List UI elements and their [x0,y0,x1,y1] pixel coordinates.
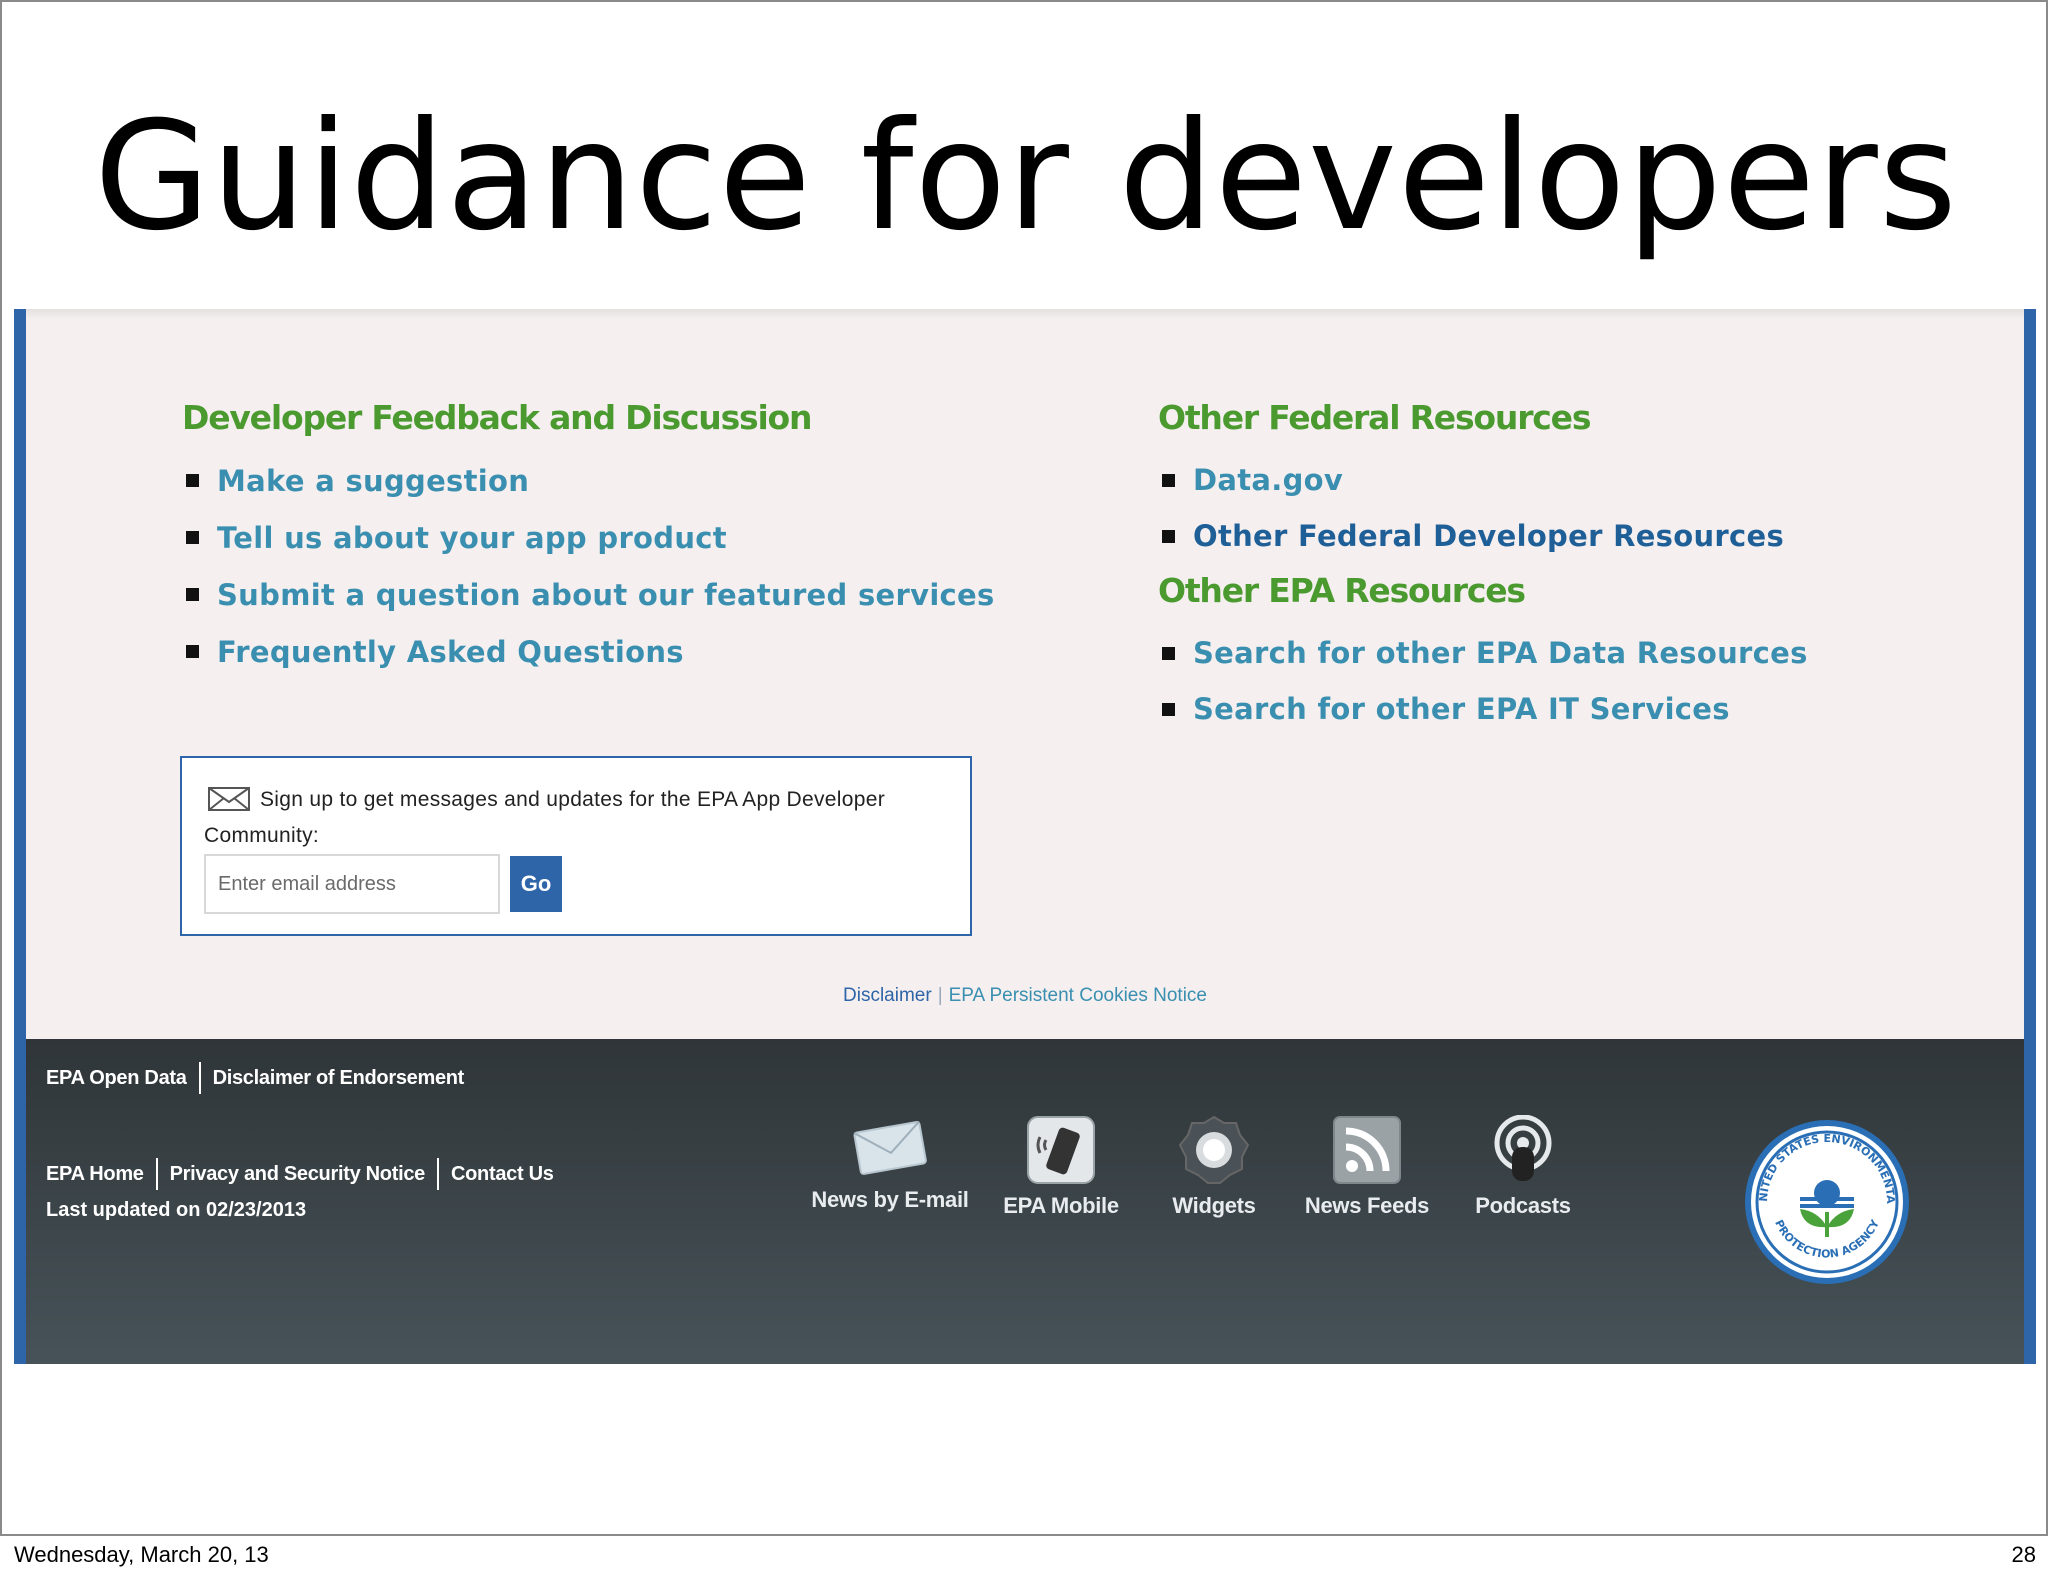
federal-link-list: Data.gov Other Federal Developer Resourc… [1158,452,1808,564]
icon-label: Widgets [1172,1193,1256,1218]
tell-us-app-link[interactable]: Tell us about your app product [217,521,727,555]
widgets-button[interactable]: Widgets [1154,1115,1274,1219]
bullet-icon [186,645,199,658]
slide-date: Wednesday, March 20, 13 [14,1542,269,1567]
bullet-icon [1162,646,1175,660]
footer-row-1: EPA Open Data Disclaimer of Endorsement [46,1061,476,1095]
faq-link[interactable]: Frequently Asked Questions [217,635,684,669]
news-feeds-button[interactable]: News Feeds [1294,1115,1440,1219]
contact-us-link[interactable]: Contact Us [439,1163,566,1186]
epa-mobile-button[interactable]: EPA Mobile [988,1115,1134,1219]
bullet-icon [186,531,199,544]
cookies-notice-link[interactable]: EPA Persistent Cookies Notice [949,985,1207,1006]
icon-label: News by E-mail [811,1187,969,1212]
data-gov-link[interactable]: Data.gov [1193,463,1343,497]
developer-feedback-section: Developer Feedback and Discussion Make a… [182,401,995,680]
rss-icon [1333,1116,1401,1184]
list-item: Other Federal Developer Resources [1158,508,1808,564]
podcasts-button[interactable]: Podcasts [1460,1115,1586,1219]
bullet-icon [186,474,199,487]
legal-links: Disclaimer | EPA Persistent Cookies Notice [26,985,2024,1007]
icon-label: News Feeds [1304,1193,1430,1218]
epa-data-resources-link[interactable]: Search for other EPA Data Resources [1193,636,1808,670]
list-item: Submit a question about our featured ser… [182,566,995,623]
epa-home-link[interactable]: EPA Home [46,1163,156,1186]
icon-label: Podcasts [1475,1193,1571,1218]
last-updated: Last updated on 02/23/2013 [46,1199,307,1221]
list-item: Tell us about your app product [182,509,995,566]
mobile-phone-icon [1027,1116,1095,1184]
epa-seal-logo: UNITED STATES ENVIRONMENTAL PROTECTION A… [1742,1117,1909,1284]
podcast-icon [1494,1115,1552,1181]
signup-text: Sign up to get messages and updates for … [204,788,885,847]
epa-link-list: Search for other EPA Data Resources Sear… [1158,625,1808,737]
slide-title: Guidance for developers [94,90,1958,264]
bullet-icon [1162,529,1175,543]
bullet-icon [186,588,199,601]
list-item: Frequently Asked Questions [182,623,995,680]
footer-row-2: EPA Home Privacy and Security Notice Con… [46,1157,566,1191]
bullet-icon [1162,702,1175,716]
list-item: Make a suggestion [182,452,995,509]
list-item: Data.gov [1158,452,1808,508]
submit-question-link[interactable]: Submit a question about our featured ser… [217,578,995,612]
slide: Guidance for developers Developer Feedba… [0,0,2048,1536]
disclaimer-link[interactable]: Disclaimer [843,985,932,1006]
envelope-icon [208,787,250,811]
email-input[interactable] [204,854,500,914]
list-item: Search for other EPA IT Services [1158,681,1808,737]
section-heading-developer-feedback: Developer Feedback and Discussion [182,398,813,437]
icon-label: EPA Mobile [1003,1193,1119,1218]
news-by-email-button[interactable]: News by E-mail [802,1115,978,1213]
bullet-icon [1162,473,1175,487]
signup-description: Sign up to get messages and updates for … [204,782,904,854]
section-heading-epa-resources: Other EPA Resources [1158,571,1526,610]
go-button[interactable]: Go [510,856,562,912]
widget-gear-icon [1178,1115,1250,1184]
top-shade [26,309,2024,319]
envelope-icon [853,1120,927,1175]
make-suggestion-link[interactable]: Make a suggestion [217,464,529,498]
slide-page-number: 28 [2011,1542,2036,1567]
disclaimer-endorsement-link[interactable]: Disclaimer of Endorsement [201,1067,476,1090]
epa-open-data-link[interactable]: EPA Open Data [46,1067,199,1090]
list-item: Search for other EPA Data Resources [1158,625,1808,681]
other-resources-section: Other Federal Resources Data.gov Other F… [1158,401,1808,737]
section-heading-federal-resources: Other Federal Resources [1158,398,1591,437]
federal-developer-resources-link[interactable]: Other Federal Developer Resources [1193,519,1784,553]
feedback-link-list: Make a suggestion Tell us about your app… [182,452,995,680]
epa-it-services-link[interactable]: Search for other EPA IT Services [1193,692,1730,726]
separator: | [937,985,943,1006]
site-footer: EPA Open Data Disclaimer of Endorsement … [26,1039,2024,1364]
epa-page-screenshot: Developer Feedback and Discussion Make a… [14,309,2036,1364]
email-signup-box: Sign up to get messages and updates for … [180,756,972,936]
privacy-notice-link[interactable]: Privacy and Security Notice [158,1163,437,1186]
